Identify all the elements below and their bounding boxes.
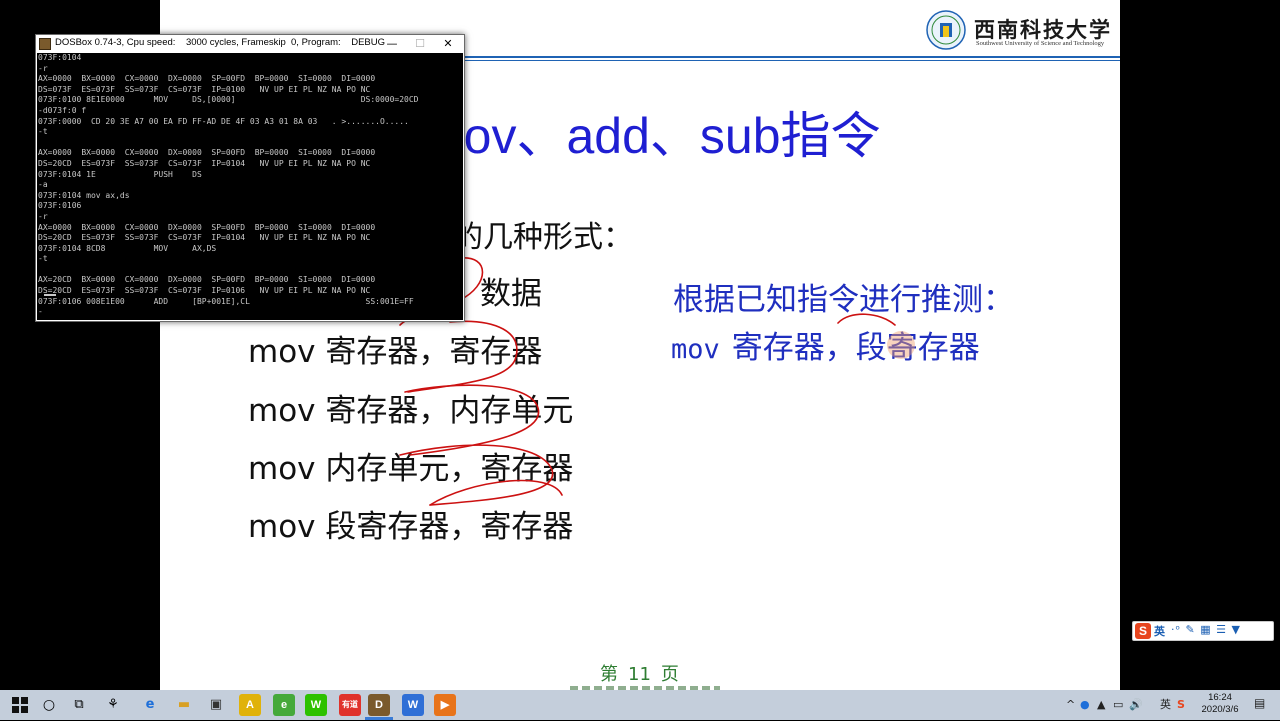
console-cursor: [44, 294, 56, 296]
search-icon[interactable]: ○: [38, 694, 60, 716]
clock-date: 2020/3/6: [1201, 704, 1239, 715]
university-name-en: Southwest University of Science and Tech…: [976, 40, 1105, 47]
console-line: -a: [38, 180, 48, 190]
app-yellow-icon[interactable]: A: [239, 694, 261, 716]
notification-icon[interactable]: ▤: [1254, 696, 1265, 710]
dosbox-window[interactable]: DOSBox 0.74-3, Cpu speed: 3000 cycles, F…: [35, 34, 465, 322]
task-view-icon[interactable]: ⧉: [68, 694, 90, 716]
mov-form-3: mov 内存单元，寄存器: [248, 451, 574, 487]
console-line: -t: [38, 254, 48, 264]
windows-start-icon[interactable]: [9, 694, 31, 716]
tray-app-icon[interactable]: ●: [1080, 696, 1090, 714]
mov-form-4: mov 段寄存器，寄存器: [248, 509, 574, 545]
maximize-button[interactable]: ☐: [406, 35, 434, 53]
console-line: 073F:0104 mov ax,ds: [38, 190, 130, 200]
mov-form-1: mov 寄存器，寄存器: [248, 334, 543, 370]
system-clock[interactable]: 16:24 2020/3/6: [1197, 692, 1243, 716]
university-emblem-icon: [926, 10, 966, 50]
console-line: -d073f:0 f: [38, 105, 87, 115]
console-line: 073F:0106: [38, 201, 82, 211]
university-logo: 西南科技大学 Southwest University of Science a…: [926, 8, 1116, 54]
inference-operands: 寄存器，段寄存器: [731, 330, 980, 366]
app-youdao-icon[interactable]: 有道: [339, 694, 361, 716]
clock-time: 16:24: [1208, 692, 1232, 703]
pointer-highlight: [887, 331, 915, 359]
tray-volume-icon[interactable]: 🔊: [1129, 696, 1143, 714]
console-line: 073F:0104 8CD8 MOV AX,DS: [38, 243, 217, 253]
slide-title: mov、add、sub指令: [422, 108, 881, 164]
app-360-icon[interactable]: e: [273, 694, 295, 716]
tray-language[interactable]: 英: [1160, 696, 1171, 714]
tray-battery-icon[interactable]: ▭: [1113, 696, 1123, 714]
console-line: DS=20CD ES=073F SS=073F CS=073F IP=0104 …: [38, 158, 371, 168]
inference-line: mov 寄存器，段寄存器: [671, 322, 980, 367]
taskbar: ○ ⧉ ⚘ e ▬ ▣ Ae W 有道 D W ▶ ^ ● ▲ ▭ 🔊 英 S 16:24…: [0, 690, 1280, 720]
inference-mov: mov: [671, 334, 720, 365]
tray-chevron-icon[interactable]: ^: [1066, 696, 1075, 714]
close-button[interactable]: ✕: [434, 35, 462, 53]
console-line: -r: [38, 63, 48, 73]
dosbox-title: DOSBox 0.74-3, Cpu speed: 3000 cycles, F…: [55, 37, 385, 48]
console-line: AX=0000 BX=0000 CX=0000 DX=0000 SP=00FD …: [38, 222, 376, 232]
console-line: AX=0000 BX=0000 CX=0000 DX=0000 SP=00FD …: [38, 74, 376, 84]
console-line: 073F:0104: [38, 53, 82, 62]
console-line: DS=073F ES=073F SS=073F CS=073F IP=0100 …: [38, 84, 371, 94]
console-line: AX=0000 BX=0000 CX=0000 DX=0000 SP=00FD …: [38, 148, 376, 158]
console-line: 073F:0100 8E1E0000 MOV DS,[0000] DS:0000…: [38, 95, 419, 105]
dosbox-titlebar[interactable]: DOSBox 0.74-3, Cpu speed: 3000 cycles, F…: [36, 35, 464, 53]
console-line: AX=20CD BX=0000 CX=0000 DX=0000 SP=00FD …: [38, 275, 376, 285]
inference-heading: 根据已知指令进行推测：: [673, 282, 1014, 318]
console-line: 073F:0104 1E PUSH DS: [38, 169, 202, 179]
console-line: DS=20CD ES=073F SS=073F CS=073F IP=0106 …: [38, 286, 371, 296]
store-icon[interactable]: ▣: [205, 694, 227, 716]
sogou-logo-icon[interactable]: S: [1135, 623, 1151, 639]
data-word: 数据: [480, 276, 542, 312]
tray-network-icon[interactable]: ▲: [1097, 696, 1105, 714]
console-line: -: [38, 307, 43, 317]
console-line: -r: [38, 211, 48, 221]
dosbox-console[interactable]: 073F:0104 -r AX=0000 BX=0000 CX=0000 DX=00…: [37, 53, 463, 320]
console-line: -t: [38, 127, 48, 137]
app-dosbox-icon[interactable]: D: [368, 694, 390, 716]
console-line: 073F:0106 008E1E00 ADD [BP+001E],CL SS:0…: [38, 296, 414, 306]
forms-heading: 的几种形式：: [453, 220, 633, 255]
app-player-icon[interactable]: ▶: [434, 694, 456, 716]
ime-tools-icons[interactable]: ·ᵒ ✎ ▦ ☰ ▼: [1171, 623, 1241, 636]
dosbox-app-icon[interactable]: [39, 38, 51, 50]
app-yuque-icon[interactable]: ⚘: [102, 694, 124, 716]
console-line: 073F:0000 CD 20 3E A7 00 EA FD FF-AD DE …: [38, 116, 409, 126]
tray-sogou-icon[interactable]: S: [1177, 696, 1185, 714]
app-wps-icon[interactable]: W: [402, 694, 424, 716]
console-line: DS=20CD ES=073F SS=073F CS=073F IP=0104 …: [38, 233, 371, 243]
edge-browser-icon[interactable]: e: [139, 694, 161, 716]
page-number: 第 11 页: [600, 664, 679, 685]
mov-form-2: mov 寄存器，内存单元: [248, 393, 574, 429]
app-wechat-icon[interactable]: W: [305, 694, 327, 716]
minimize-button[interactable]: —: [378, 35, 406, 53]
file-explorer-icon[interactable]: ▬: [173, 694, 195, 716]
ime-language[interactable]: 英: [1154, 623, 1165, 639]
ime-toolbar[interactable]: S 英 ·ᵒ ✎ ▦ ☰ ▼: [1132, 621, 1274, 641]
